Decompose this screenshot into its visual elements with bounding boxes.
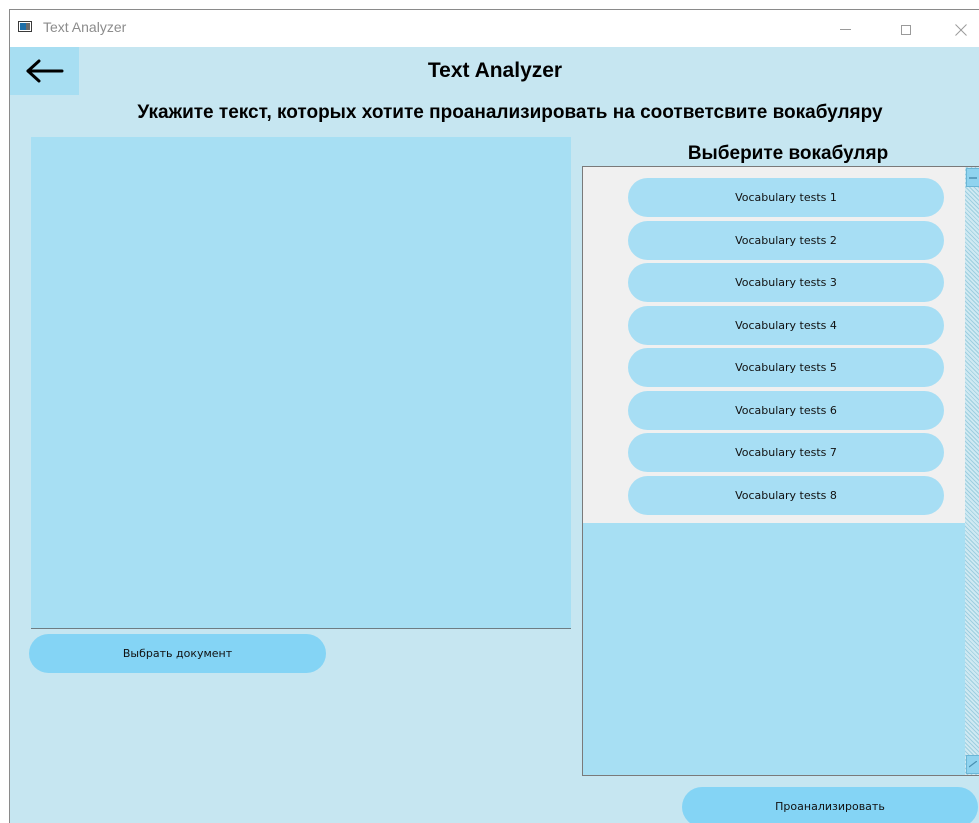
vocabulary-item-4[interactable]: Vocabulary tests 4 — [628, 306, 944, 345]
app-window: Text Analyzer Text Analyzer Укажите текс… — [9, 9, 979, 823]
vocabulary-item-7[interactable]: Vocabulary tests 7 — [628, 433, 944, 472]
window-title: Text Analyzer — [43, 19, 127, 35]
close-button[interactable] — [938, 10, 979, 47]
maximize-icon — [901, 24, 911, 35]
instruction-text: Укажите текст, которых хотите проанализи… — [137, 102, 883, 123]
minimize-icon — [839, 29, 851, 30]
main-content: Text Analyzer Укажите текст, которых хот… — [10, 47, 979, 823]
vocabulary-item-5[interactable]: Vocabulary tests 5 — [628, 348, 944, 387]
app-window-icon — [18, 21, 32, 32]
vocabulary-list: Vocabulary tests 1 Vocabulary tests 2 Vo… — [583, 167, 965, 523]
vocabulary-item-2[interactable]: Vocabulary tests 2 — [628, 221, 944, 260]
scroll-down-icon — [969, 760, 977, 767]
vocabulary-list-panel: Vocabulary tests 1 Vocabulary tests 2 Vo… — [582, 166, 979, 776]
minimize-button[interactable] — [822, 10, 868, 47]
page-title: Text Analyzer — [427, 59, 563, 82]
text-input-area[interactable] — [31, 137, 571, 629]
title-bar: Text Analyzer — [10, 10, 979, 47]
vocabulary-item-3[interactable]: Vocabulary tests 3 — [628, 263, 944, 302]
vocabulary-heading: Выберите вокабуляр — [687, 143, 889, 164]
vertical-scrollbar[interactable] — [965, 167, 979, 775]
vocabulary-item-1[interactable]: Vocabulary tests 1 — [628, 178, 944, 217]
scroll-down-button[interactable] — [966, 755, 979, 774]
scroll-up-icon — [969, 176, 977, 179]
close-icon — [955, 23, 967, 36]
analyze-button[interactable]: Проанализировать — [682, 787, 978, 823]
maximize-button[interactable] — [883, 10, 929, 47]
vocabulary-item-8[interactable]: Vocabulary tests 8 — [628, 476, 944, 515]
scroll-up-button[interactable] — [966, 168, 979, 187]
choose-document-button[interactable]: Выбрать документ — [29, 634, 326, 673]
vocabulary-item-6[interactable]: Vocabulary tests 6 — [628, 391, 944, 430]
